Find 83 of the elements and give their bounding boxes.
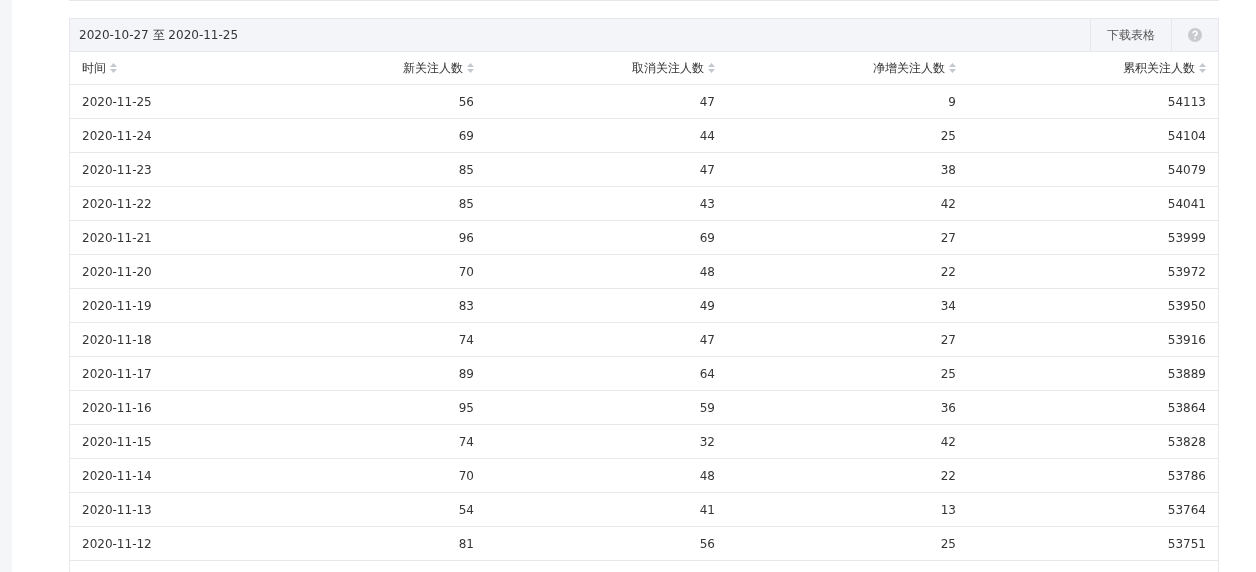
- table-cell-text: 38: [939, 161, 957, 179]
- table-cell-text: 9: [947, 93, 957, 111]
- sort-icon: [949, 63, 956, 73]
- table-cell-text: 54104: [1166, 127, 1207, 145]
- table-cell-text: 2020-11-13: [81, 501, 153, 519]
- table-cell-text: 95: [457, 399, 475, 417]
- table-cell-text: 2020-11-20: [81, 263, 153, 281]
- table-cell-text: 2020-11-24: [81, 127, 153, 145]
- sort-icon: [1199, 63, 1206, 73]
- table-cell-text: 54113: [1166, 93, 1207, 111]
- table-cell-text: 70: [457, 467, 475, 485]
- table-cell-text: 47: [698, 161, 716, 179]
- table-cell-text: 53950: [1166, 297, 1207, 315]
- table-cell-text: 53786: [1166, 467, 1207, 485]
- table-cell-text: 85: [457, 161, 475, 179]
- table-cell-text: 25: [939, 365, 957, 383]
- table-cell-text: 59: [698, 399, 716, 417]
- table-cell-text: 56: [457, 93, 475, 111]
- table-cell-text: 53828: [1166, 433, 1207, 451]
- table-cell-text: 53999: [1166, 229, 1207, 247]
- table-cell-text: 83: [457, 297, 475, 315]
- table-cell-text: 47: [698, 93, 716, 111]
- table-cell-text: 2020-11-18: [81, 331, 153, 349]
- table-cell-text: 22: [939, 467, 957, 485]
- table-cell-text: 74: [457, 331, 475, 349]
- table-cell-text: 53889: [1166, 365, 1207, 383]
- table-cell-text: 54079: [1166, 161, 1207, 179]
- table-cell-text: 2020-11-16: [81, 399, 153, 417]
- column-header[interactable]: 净增关注人数: [727, 52, 968, 84]
- table-cell-text: 25: [939, 127, 957, 145]
- table-cell-text: 85: [457, 195, 475, 213]
- table-cell-text: 2020-11-12: [81, 535, 153, 553]
- table-cell-text: 54041: [1166, 195, 1207, 213]
- table-cell-text: 69: [698, 229, 716, 247]
- table-cell-text: 27: [939, 229, 957, 247]
- column-header[interactable]: 累积关注人数: [968, 52, 1218, 84]
- sort-icon: [467, 63, 474, 73]
- table-cell-text: 69: [457, 127, 475, 145]
- column-header[interactable]: 新关注人数: [245, 52, 486, 84]
- table-cell-text: 53916: [1166, 331, 1207, 349]
- table-cell-text: 13: [939, 501, 957, 519]
- table-cell-text: 2020-11-14: [81, 467, 153, 485]
- table-cell-text: 2020-11-25: [81, 93, 153, 111]
- table-cell-text: 2020-11-15: [81, 433, 153, 451]
- table-cell-text: 48: [698, 263, 716, 281]
- help-icon: [1188, 28, 1202, 42]
- table-cell-text: 89: [457, 365, 475, 383]
- table-cell-text: 25: [939, 535, 957, 553]
- sort-icon: [110, 63, 117, 73]
- date-range: 2020-10-27 至 2020-11-25: [78, 27, 240, 44]
- table-cell-text: 42: [939, 433, 957, 451]
- table-cell-text: 32: [698, 433, 716, 451]
- table-cell-text: 81: [457, 535, 475, 553]
- table-cell-text: 2020-11-17: [81, 365, 153, 383]
- table-cell-text: 47: [698, 331, 716, 349]
- table-cell-text: 48: [698, 467, 716, 485]
- download-button[interactable]: 下载表格: [1090, 19, 1171, 51]
- table-cell-text: 96: [457, 229, 475, 247]
- table-cell-text: 53751: [1166, 535, 1207, 553]
- table-cell-text: 64: [698, 365, 716, 383]
- table-cell-text: 70: [457, 263, 475, 281]
- sort-icon: [708, 63, 715, 73]
- table-cell-text: 53864: [1166, 399, 1207, 417]
- table-cell-text: 42: [939, 195, 957, 213]
- table-cell-text: 2020-11-22: [81, 195, 153, 213]
- table-cell-text: 53972: [1166, 263, 1207, 281]
- column-header[interactable]: 时间: [70, 52, 245, 84]
- table-cell-text: 49: [698, 297, 716, 315]
- table-cell-text: 44: [698, 127, 716, 145]
- table-cell-text: 43: [698, 195, 716, 213]
- table-cell-text: 54: [457, 501, 475, 519]
- table-cell-text: 53764: [1166, 501, 1207, 519]
- table-cell-text: 41: [698, 501, 716, 519]
- column-header[interactable]: 取消关注人数: [486, 52, 727, 84]
- table-cell-text: 27: [939, 331, 957, 349]
- table-cell-text: 56: [698, 535, 716, 553]
- table-cell-text: 74: [457, 433, 475, 451]
- table-cell-text: 36: [939, 399, 957, 417]
- table-cell-text: 2020-11-23: [81, 161, 153, 179]
- table-cell-text: 2020-11-21: [81, 229, 153, 247]
- table-cell-text: 34: [939, 297, 957, 315]
- table-cell-text: 22: [939, 263, 957, 281]
- table-cell-text: 2020-11-19: [81, 297, 153, 315]
